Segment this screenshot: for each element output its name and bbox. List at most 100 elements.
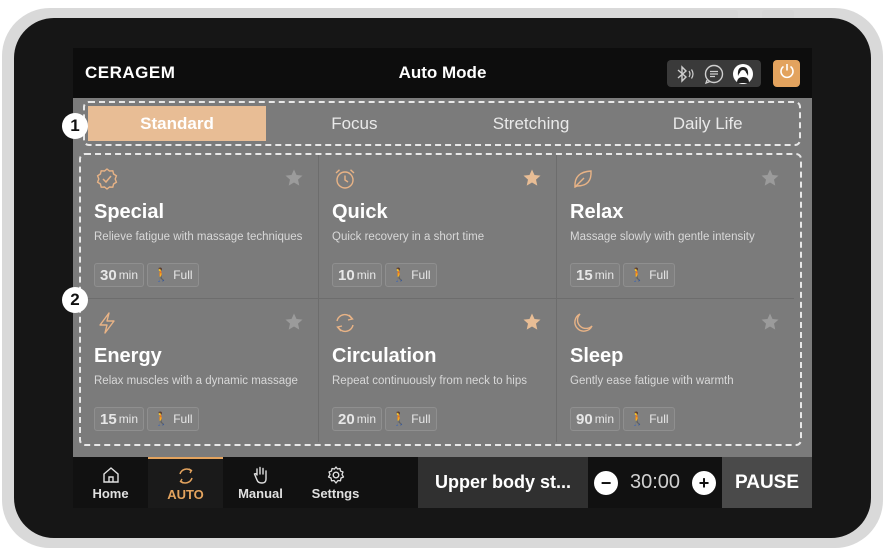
body-area-chip: 🚶 Full	[623, 263, 675, 287]
body-area-label: Full	[173, 268, 193, 282]
body-area-label: Full	[649, 268, 669, 282]
nav-label: Settngs	[311, 485, 360, 501]
program-name: Energy	[94, 345, 162, 367]
lightning-icon	[95, 311, 119, 335]
alarm-clock-icon	[333, 167, 357, 191]
power-icon	[778, 62, 796, 85]
program-meta: 15 min 🚶 Full	[94, 407, 199, 431]
gear-icon	[326, 465, 346, 485]
program-grid: Special Relieve fatigue with massage tec…	[79, 153, 802, 446]
duration-value: 20	[338, 410, 355, 428]
pause-button[interactable]: PAUSE	[722, 457, 812, 508]
message-icon[interactable]	[703, 63, 725, 85]
timer-control: − 30:00 +	[591, 457, 719, 508]
program-card-circulation[interactable]: Circulation Repeat continuously from nec…	[319, 299, 557, 442]
refresh-icon	[333, 311, 357, 335]
favorite-star-icon[interactable]	[284, 312, 304, 332]
favorite-star-icon[interactable]	[284, 168, 304, 188]
favorite-star-icon[interactable]	[522, 168, 542, 188]
duration-unit: min	[594, 268, 615, 282]
program-meta: 20 min 🚶 Full	[332, 407, 437, 431]
nav-auto[interactable]: AUTO	[148, 457, 223, 508]
header-bar: CERAGEM Auto Mode	[73, 48, 812, 98]
body-area-label: Full	[411, 268, 431, 282]
body-area-label: Full	[411, 412, 431, 426]
duration-chip: 90 min	[570, 407, 621, 431]
body-area-chip: 🚶 Full	[147, 263, 199, 287]
duration-value: 90	[576, 410, 593, 428]
program-name: Relax	[570, 201, 624, 223]
current-program[interactable]: Upper body st...	[418, 457, 588, 508]
body-area-chip: 🚶 Full	[623, 407, 675, 431]
home-icon	[101, 465, 121, 485]
program-description: Relax muscles with a dynamic massage	[94, 375, 298, 387]
leaf-icon	[571, 167, 595, 191]
program-card-relax[interactable]: Relax Massage slowly with gentle intensi…	[557, 155, 794, 299]
person-icon: 🚶	[629, 267, 646, 282]
bluetooth-icon[interactable]	[674, 63, 696, 85]
nav-home[interactable]: Home	[73, 457, 148, 508]
decrease-time-button[interactable]: −	[594, 470, 618, 495]
duration-value: 30	[100, 266, 117, 284]
duration-chip: 20 min	[332, 407, 383, 431]
hand-icon	[251, 465, 271, 485]
body-area-chip: 🚶 Full	[385, 263, 437, 287]
program-card-sleep[interactable]: Sleep Gently ease fatigue with warmth 90…	[557, 299, 794, 442]
tab-stretching[interactable]: Stretching	[443, 106, 620, 141]
callout-badge-1: 1	[62, 113, 88, 139]
bottom-bar: Home AUTO Manual Settngs Upper body st..…	[73, 457, 812, 508]
timer-display: 30:00	[629, 471, 681, 493]
duration-chip: 15 min	[570, 263, 621, 287]
program-description: Repeat continuously from neck to hips	[332, 375, 527, 387]
program-name: Special	[94, 201, 165, 223]
auto-icon	[176, 466, 196, 486]
power-button[interactable]	[773, 60, 800, 87]
program-card-energy[interactable]: Energy Relax muscles with a dynamic mass…	[81, 299, 319, 442]
program-card-special[interactable]: Special Relieve fatigue with massage tec…	[81, 155, 319, 299]
person-icon: 🚶	[153, 267, 170, 282]
tab-standard[interactable]: Standard	[88, 106, 266, 141]
category-tabs: Standard Focus Stretching Daily Life	[83, 101, 801, 146]
program-description: Quick recovery in a short time	[332, 231, 485, 243]
program-description: Gently ease fatigue with warmth	[570, 375, 734, 387]
duration-unit: min	[118, 412, 139, 426]
body-area-chip: 🚶 Full	[147, 407, 199, 431]
nav-label: AUTO	[167, 486, 204, 502]
duration-unit: min	[118, 268, 139, 282]
program-meta: 90 min 🚶 Full	[570, 407, 675, 431]
tab-daily-life[interactable]: Daily Life	[619, 106, 796, 141]
user-avatar[interactable]	[732, 63, 754, 85]
nav-label: Home	[92, 485, 129, 501]
duration-value: 10	[338, 266, 355, 284]
person-icon: 🚶	[391, 267, 408, 282]
program-name: Quick	[332, 201, 388, 223]
nav-settings[interactable]: Settngs	[298, 457, 373, 508]
duration-value: 15	[100, 410, 117, 428]
app-screen: CERAGEM Auto Mode Standard Focus Stretch…	[73, 48, 812, 508]
body-area-chip: 🚶 Full	[385, 407, 437, 431]
duration-chip: 30 min	[94, 263, 145, 287]
program-name: Circulation	[332, 345, 437, 367]
nav-manual[interactable]: Manual	[223, 457, 298, 508]
badge-check-icon	[95, 167, 119, 191]
duration-chip: 10 min	[332, 263, 383, 287]
favorite-star-icon[interactable]	[760, 312, 780, 332]
body-area-label: Full	[649, 412, 669, 426]
person-icon: 🚶	[629, 411, 646, 426]
person-icon: 🚶	[391, 411, 408, 426]
person-icon: 🚶	[153, 411, 170, 426]
duration-value: 15	[576, 266, 593, 284]
moon-icon	[571, 311, 595, 335]
increase-time-button[interactable]: +	[692, 470, 716, 495]
program-description: Massage slowly with gentle intensity	[570, 231, 755, 243]
program-card-quick[interactable]: Quick Quick recovery in a short time 10 m…	[319, 155, 557, 299]
program-meta: 10 min 🚶 Full	[332, 263, 437, 287]
program-meta: 30 min 🚶 Full	[94, 263, 199, 287]
favorite-star-icon[interactable]	[760, 168, 780, 188]
duration-chip: 15 min	[94, 407, 145, 431]
duration-unit: min	[356, 268, 377, 282]
duration-unit: min	[594, 412, 615, 426]
tab-focus[interactable]: Focus	[266, 106, 443, 141]
callout-badge-2: 2	[62, 287, 88, 313]
favorite-star-icon[interactable]	[522, 312, 542, 332]
